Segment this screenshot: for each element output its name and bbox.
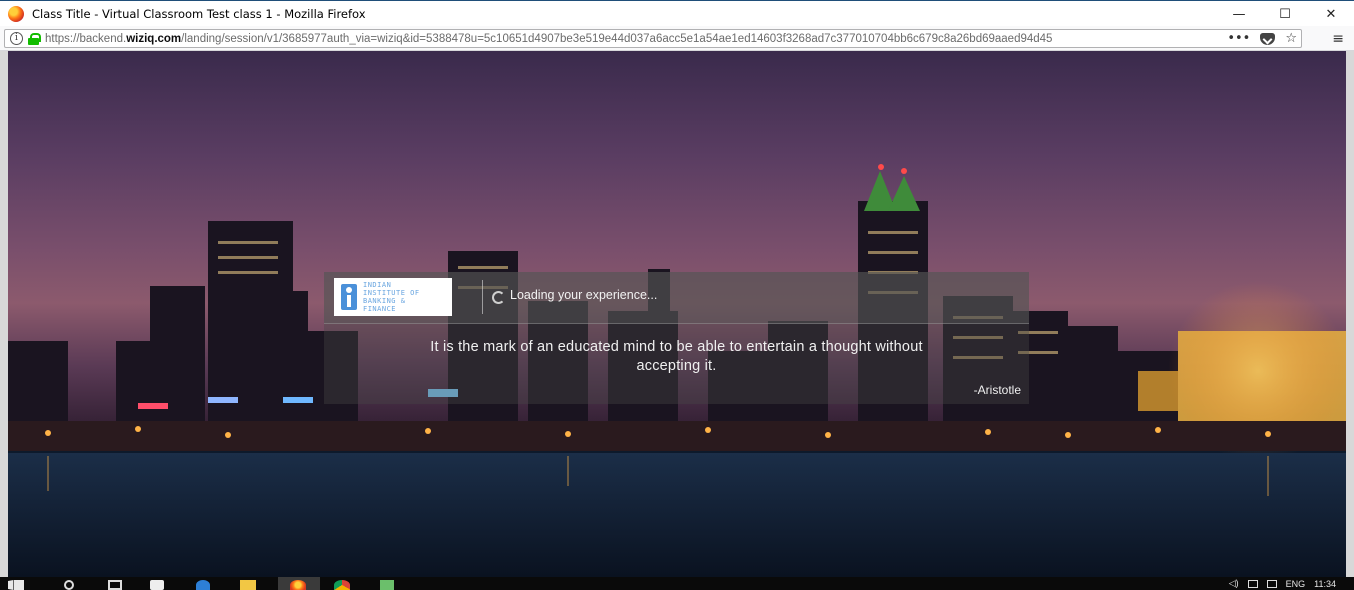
firefox-taskbar-icon[interactable] — [290, 580, 306, 590]
file-explorer-icon[interactable] — [240, 580, 256, 590]
minimize-button[interactable]: — — [1216, 1, 1262, 27]
quote-line-2: accepting it. — [636, 358, 717, 374]
quote-line-1: It is the mark of an educated mind to be… — [430, 339, 923, 355]
network-icon[interactable] — [1247, 579, 1258, 588]
window-frame-right — [1346, 51, 1354, 577]
iibf-logo-text: INDIAN INSTITUTE OF BANKING & FINANCE — [363, 281, 420, 313]
store-icon[interactable] — [150, 580, 164, 590]
loading-overlay: INDIAN INSTITUTE OF BANKING & FINANCE Lo… — [324, 272, 1029, 404]
page-actions-button[interactable]: ••• — [1227, 31, 1250, 46]
site-info-icon[interactable]: i — [10, 32, 23, 45]
maximize-button[interactable]: ☐ — [1262, 1, 1308, 27]
window-controls: — ☐ ✕ — [1216, 1, 1354, 27]
navigation-toolbar: i https://backend.wiziq.com/landing/sess… — [0, 26, 1354, 51]
lock-icon[interactable] — [28, 32, 41, 45]
iibf-logo-mark — [341, 284, 357, 310]
window-frame-left — [0, 51, 8, 577]
url-text[interactable]: https://backend.wiziq.com/landing/sessio… — [45, 33, 1195, 45]
quote-text: It is the mark of an educated mind to be… — [354, 338, 999, 376]
task-view-icon[interactable] — [108, 580, 122, 590]
url-actions: ••• ☆ — [1227, 30, 1297, 47]
volume-icon[interactable]: ◁) — [1229, 578, 1239, 589]
search-icon[interactable] — [64, 580, 74, 590]
url-prefix: https://backend. — [45, 32, 127, 45]
loading-text: Loading your experience... — [510, 288, 658, 302]
chrome-taskbar-icon[interactable] — [334, 580, 350, 590]
quote-author: -Aristotle — [973, 383, 1021, 397]
url-path: /landing/session/v1/3685977auth_via=wizi… — [181, 32, 1053, 45]
header-divider — [482, 280, 483, 314]
action-center-icon[interactable] — [1266, 579, 1277, 588]
close-button[interactable]: ✕ — [1308, 1, 1354, 27]
loading-header: INDIAN INSTITUTE OF BANKING & FINANCE Lo… — [324, 272, 1029, 324]
system-tray: ◁) ENG 11:34 — [1229, 577, 1336, 590]
window-title: Class Title - Virtual Classroom Test cla… — [32, 6, 366, 21]
url-field[interactable]: i https://backend.wiziq.com/landing/sess… — [4, 29, 1302, 48]
window-title-bar: Class Title - Virtual Classroom Test cla… — [0, 0, 1354, 26]
iibf-logo: INDIAN INSTITUTE OF BANKING & FINANCE — [334, 278, 452, 316]
start-icon-right[interactable] — [14, 580, 24, 590]
page-content: INDIAN INSTITUTE OF BANKING & FINANCE Lo… — [8, 51, 1346, 577]
hamburger-menu-icon[interactable]: ≡ — [1332, 31, 1344, 47]
windows-taskbar: ◁) ENG 11:34 — [0, 577, 1354, 590]
clock[interactable]: 11:34 — [1314, 579, 1336, 589]
loading-spinner-icon — [492, 291, 505, 304]
bookmark-star-icon[interactable]: ☆ — [1285, 31, 1297, 46]
pocket-icon[interactable] — [1260, 32, 1276, 45]
firefox-icon — [8, 5, 24, 22]
url-domain: wiziq.com — [126, 32, 182, 45]
language-indicator[interactable]: ENG — [1286, 579, 1306, 589]
edge-icon[interactable] — [196, 580, 210, 590]
excel-taskbar-icon[interactable] — [380, 580, 394, 590]
